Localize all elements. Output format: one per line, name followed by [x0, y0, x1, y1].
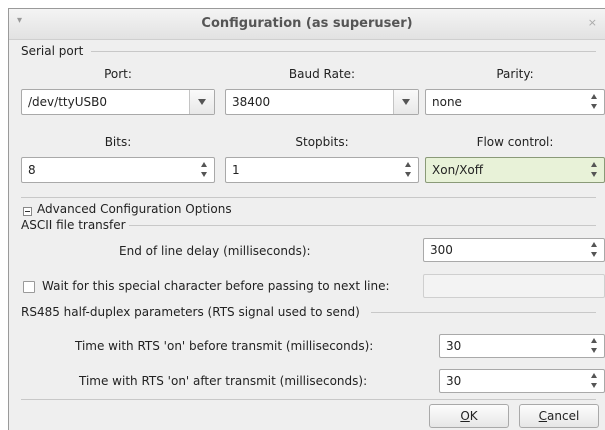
rts-after-label: Time with RTS 'on' after transmit (milli… [79, 374, 368, 388]
parity-select[interactable]: none [425, 89, 605, 115]
flow-control-label: Flow control: [476, 135, 554, 149]
rts-before-label: Time with RTS 'on' before transmit (mill… [75, 339, 374, 353]
updown-arrows-icon[interactable] [590, 337, 600, 355]
special-char-input[interactable] [423, 274, 605, 298]
stopbits-select[interactable]: 1 [225, 157, 419, 183]
title-bar[interactable]: ▾ Configuration (as superuser) × [9, 9, 605, 40]
eol-delay-input[interactable]: 300 [423, 238, 605, 262]
wait-special-char-checkbox[interactable] [23, 281, 35, 293]
configuration-dialog: ▾ Configuration (as superuser) × Serial … [8, 8, 605, 430]
flow-control-value: Xon/Xoff [432, 163, 484, 177]
port-label: Port: [104, 67, 132, 81]
ok-mnemonic: O [460, 409, 470, 423]
port-value: /dev/ttyUSB0 [28, 95, 107, 109]
updown-arrows-icon [590, 93, 600, 111]
rts-after-value: 30 [446, 374, 462, 388]
port-combobox[interactable]: /dev/ttyUSB0 [21, 89, 215, 115]
parity-value: none [432, 95, 462, 109]
bits-value: 8 [28, 163, 36, 177]
rs485-group-label: RS485 half-duplex parameters (RTS signal… [21, 305, 360, 319]
updown-arrows-icon[interactable] [590, 241, 600, 259]
baud-rate-dropdown-button[interactable] [393, 90, 418, 114]
updown-arrows-icon[interactable] [590, 372, 600, 390]
baud-rate-label: Baud Rate: [288, 67, 356, 81]
chevron-down-icon [198, 99, 206, 105]
ascii-group-rule [129, 225, 596, 226]
window-title: Configuration (as superuser) [201, 16, 413, 31]
updown-arrows-icon [404, 161, 414, 179]
parity-label: Parity: [496, 67, 534, 81]
baud-rate-value: 38400 [232, 95, 271, 109]
ascii-group-label: ASCII file transfer [21, 218, 126, 232]
updown-arrows-icon [590, 161, 600, 179]
rts-after-input[interactable]: 30 [439, 369, 605, 393]
port-dropdown-button[interactable] [189, 90, 214, 114]
advanced-options-toggle[interactable]: Advanced Configuration Options [37, 202, 232, 216]
wait-special-char-label: Wait for this special character before p… [42, 279, 390, 293]
stopbits-value: 1 [232, 163, 240, 177]
stopbits-label: Stopbits: [295, 135, 349, 149]
flow-control-select[interactable]: Xon/Xoff [425, 157, 605, 183]
cancel-label-rest: ancel [547, 409, 580, 423]
ok-button[interactable]: OK [429, 404, 509, 428]
serial-port-group-label: Serial port [21, 44, 84, 58]
cancel-button[interactable]: Cancel [519, 404, 599, 428]
cancel-mnemonic: C [538, 409, 548, 423]
rts-before-value: 30 [446, 339, 462, 353]
serial-port-group-bottom-rule [21, 197, 596, 198]
baud-rate-combobox[interactable]: 38400 [225, 89, 419, 115]
serial-port-group-rule [91, 51, 596, 52]
rs485-group-rule [371, 312, 596, 313]
bits-label: Bits: [104, 135, 132, 149]
close-icon[interactable]: × [588, 16, 597, 29]
updown-arrows-icon [200, 161, 210, 179]
eol-delay-value: 300 [430, 243, 453, 257]
collapse-icon[interactable] [23, 207, 32, 216]
bits-select[interactable]: 8 [21, 157, 215, 183]
rs485-group-bottom-rule [21, 399, 596, 400]
ok-label-rest: K [469, 409, 478, 423]
rts-before-input[interactable]: 30 [439, 334, 605, 358]
chevron-down-icon [402, 99, 410, 105]
eol-delay-label: End of line delay (milliseconds): [119, 244, 311, 258]
